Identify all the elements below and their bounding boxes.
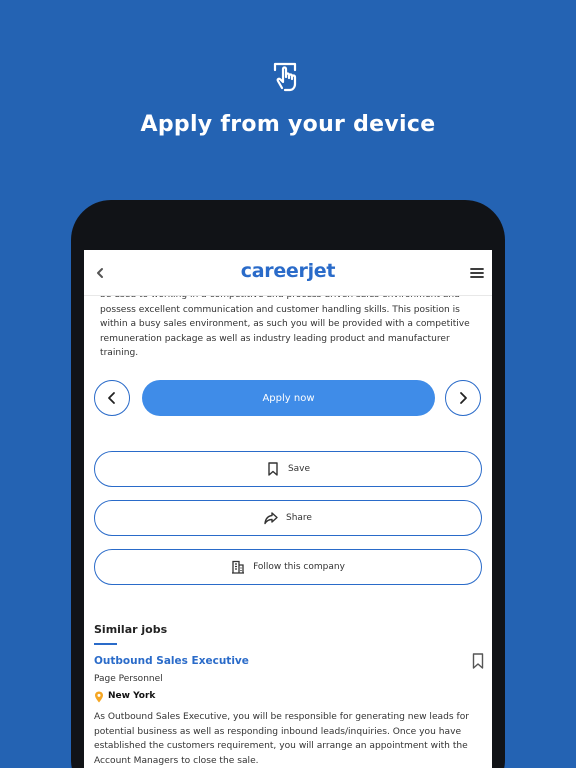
follow-label: Follow this company	[253, 562, 345, 572]
bookmark-icon	[268, 462, 278, 476]
similar-job-company: Page Personnel	[94, 674, 163, 684]
app-screen: careerjet be used to working in a compet…	[84, 250, 492, 768]
share-button[interactable]: Share	[94, 500, 482, 536]
similar-jobs-heading: Similar jobs	[94, 623, 168, 636]
careerjet-logo[interactable]: careerjet	[84, 260, 492, 282]
follow-company-button[interactable]: Follow this company	[94, 549, 482, 585]
share-label: Share	[286, 513, 312, 523]
save-button[interactable]: Save	[94, 451, 482, 487]
hamburger-menu-icon[interactable]	[470, 266, 484, 280]
app-header: careerjet	[84, 250, 492, 296]
touch-hand-icon	[273, 62, 297, 92]
save-label: Save	[287, 464, 311, 474]
previous-job-button[interactable]	[94, 380, 130, 416]
share-arrow-icon	[264, 512, 278, 525]
chevron-right-icon	[460, 392, 467, 404]
next-job-button[interactable]	[445, 380, 481, 416]
bookmark-icon[interactable]	[471, 653, 485, 669]
similar-job-description: As Outbound Sales Executive, you will be…	[94, 712, 470, 766]
similar-job-location: New York	[108, 691, 156, 701]
similar-job-title[interactable]: Outbound Sales Executive	[94, 655, 249, 667]
location-pin-icon	[95, 691, 103, 703]
building-icon	[232, 560, 245, 574]
chevron-left-icon	[108, 392, 115, 404]
apply-now-button[interactable]: Apply now	[142, 380, 435, 416]
hero-title: Apply from your device	[140, 112, 436, 137]
job-description: be used to working in a competitive and …	[100, 290, 470, 358]
heading-underline	[94, 643, 117, 645]
